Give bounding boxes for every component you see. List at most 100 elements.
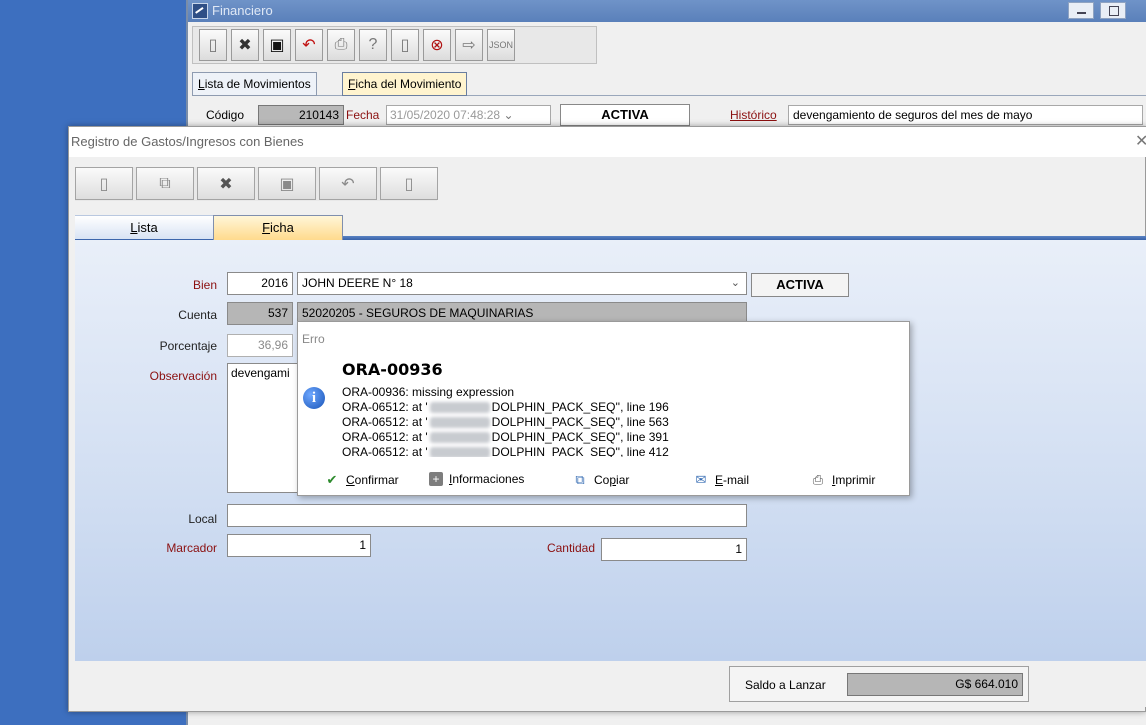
error-line: ORA-06512: at ' DOLPHIN_PACK_SEQ'', line … <box>342 445 902 457</box>
dialog-toolbar: ▯ ⧉ ✖ ▣ ↶ ▯ <box>75 167 438 201</box>
redacted-text <box>429 402 490 414</box>
redacted-text <box>429 447 490 457</box>
printer-icon: ⎙ <box>812 472 824 487</box>
window-title-text: Financiero <box>212 3 273 18</box>
tab-ficha-del-movimiento[interactable]: Ficha del Movimiento <box>342 72 468 96</box>
error-line-suffix: DOLPHIN_PACK_SEQ'', line 391 <box>491 430 669 444</box>
error-line-prefix: ORA-06512: at ' <box>342 400 428 414</box>
cancel-icon[interactable]: ⊗ <box>423 29 451 61</box>
marcador-field[interactable]: 1 <box>227 534 371 557</box>
saldo-value: G$ 664.010 <box>847 673 1023 696</box>
close-icon[interactable]: ✕ <box>1135 131 1146 151</box>
undo-icon[interactable]: ↶ <box>319 167 377 200</box>
bien-label: Bien <box>192 278 217 292</box>
minimize-button[interactable] <box>1068 2 1094 19</box>
tab-mnemonic: F <box>262 220 271 235</box>
historico-field[interactable]: devengamiento de seguros del mes de mayo <box>788 105 1143 125</box>
error-line-prefix: ORA-06512: at ' <box>342 430 428 444</box>
fecha-value: 31/05/2020 07:48:28 <box>390 108 501 122</box>
tab-ficha[interactable]: Ficha <box>213 215 343 241</box>
copiar-button[interactable]: ⧉ Copiar <box>572 472 629 488</box>
chevron-down-icon: ⌄ <box>730 277 740 289</box>
delete-icon[interactable]: ✖ <box>197 167 255 200</box>
error-line: ORA-06512: at ' DOLPHIN_PACK_SEQ'', line … <box>342 415 902 430</box>
info-icon: i <box>303 387 325 409</box>
copiar-label: Copiar <box>594 473 630 487</box>
checkmark-icon: ✔ <box>326 472 338 487</box>
dialog-title: Registro de Gastos/Ingresos con Bienes <box>69 127 1146 157</box>
export-icon[interactable]: ⇨ <box>455 29 483 61</box>
error-line: ORA-06512: at ' DOLPHIN_PACK_SEQ'', line … <box>342 430 902 445</box>
tab-label: ista <box>137 220 158 235</box>
print-icon[interactable]: ⎙ <box>327 29 355 61</box>
main-toolbar: ▯ ✖ ▣ ↶ ⎙ ? ▯ ⊗ ⇨ JSON <box>192 26 597 64</box>
codigo-label: Código <box>206 108 245 122</box>
error-line-prefix: ORA-06512: at ' <box>342 445 428 457</box>
redacted-text <box>429 432 490 444</box>
new-icon[interactable]: ▯ <box>75 167 133 200</box>
movement-tabs: Lista de Movimientos Ficha del Movimient… <box>192 72 1146 96</box>
new-icon[interactable]: ▯ <box>199 29 227 61</box>
historico-link[interactable]: Histórico <box>730 108 777 122</box>
copy-icon[interactable]: ⧉ <box>136 167 194 200</box>
error-actions: ✔ Confirmar + Informaciones ⧉ Copiar ✉ E… <box>298 470 911 492</box>
marcador-label: Marcador <box>166 541 217 555</box>
error-line-suffix: DOLPHIN_PACK_SEQ'', line 196 <box>491 400 669 414</box>
error-heading: ORA-00936 <box>342 360 443 379</box>
tab-label: icha del Movimiento <box>355 77 462 91</box>
cantidad-label: Cantidad <box>546 541 595 555</box>
copy-icon: ⧉ <box>575 472 585 487</box>
app-icon <box>192 3 208 19</box>
maximize-button[interactable] <box>1100 2 1126 19</box>
informaciones-button[interactable]: + Informaciones <box>429 472 524 486</box>
undo-icon[interactable]: ↶ <box>295 29 323 61</box>
tab-label: icha <box>270 220 294 235</box>
delete-icon[interactable]: ✖ <box>231 29 259 61</box>
error-line-suffix: DOLPHIN_PACK_SEQ'', line 412 <box>491 445 669 457</box>
bien-code-field[interactable]: 2016 <box>227 272 293 295</box>
informaciones-label: Informaciones <box>449 472 525 486</box>
exit-icon[interactable]: ▯ <box>391 29 419 61</box>
redacted-text <box>429 417 490 429</box>
help-icon[interactable]: ? <box>359 29 387 61</box>
window-title: Financiero <box>188 0 1146 22</box>
chevron-down-icon: ⌄ <box>503 108 514 122</box>
cuenta-label: Cuenta <box>178 308 217 322</box>
save-icon[interactable]: ▣ <box>258 167 316 200</box>
error-title: Erro <box>302 332 325 346</box>
email-button[interactable]: ✉ E-mail <box>693 472 749 488</box>
confirmar-button[interactable]: ✔ Confirmar <box>324 472 399 488</box>
error-line: ORA-06512: at ' DOLPHIN_PACK_SEQ'', line … <box>342 400 902 415</box>
json-icon[interactable]: JSON <box>487 29 515 61</box>
confirmar-label: Confirmar <box>346 473 399 487</box>
porcentaje-field[interactable]: 36,96 <box>227 334 293 357</box>
fecha-field[interactable]: 31/05/2020 07:48:28 ⌄ <box>386 105 551 125</box>
envelope-icon: ✉ <box>695 472 707 487</box>
imprimir-label: Imprimir <box>832 473 876 487</box>
dialog-tabs: Lista Ficha <box>75 215 1146 241</box>
local-field[interactable] <box>227 504 747 527</box>
email-label: E-mail <box>715 473 750 487</box>
cantidad-field[interactable]: 1 <box>601 538 747 561</box>
save-icon[interactable]: ▣ <box>263 29 291 61</box>
local-label: Local <box>188 512 217 526</box>
tab-lista-de-movimientos[interactable]: Lista de Movimientos <box>192 72 317 96</box>
saldo-label: Saldo a Lanzar <box>745 678 826 692</box>
observacion-label: Observación <box>149 369 217 383</box>
tab-lista[interactable]: Lista <box>75 215 213 239</box>
plus-icon: + <box>429 472 443 486</box>
bien-name: JOHN DEERE N° 18 <box>302 276 413 290</box>
error-line-suffix: DOLPHIN_PACK_SEQ'', line 563 <box>491 415 669 429</box>
bien-select[interactable]: JOHN DEERE N° 18 ⌄ <box>297 272 747 295</box>
error-line: ORA-00936: missing expression <box>342 385 515 399</box>
status-button[interactable]: ACTIVA <box>751 273 849 297</box>
error-line-prefix: ORA-06512: at ' <box>342 415 428 429</box>
tab-label: ista de Movimientos <box>204 77 311 91</box>
tab-mnemonic: L <box>130 220 138 235</box>
codigo-field[interactable]: 210143 <box>258 105 344 125</box>
fecha-label: Fecha <box>346 108 380 122</box>
exit-icon[interactable]: ▯ <box>380 167 438 200</box>
imprimir-button[interactable]: ⎙ Imprimir <box>810 472 876 488</box>
error-message: ORA-00936: missing expression ORA-06512:… <box>342 385 902 457</box>
porcentaje-label: Porcentaje <box>159 339 217 353</box>
